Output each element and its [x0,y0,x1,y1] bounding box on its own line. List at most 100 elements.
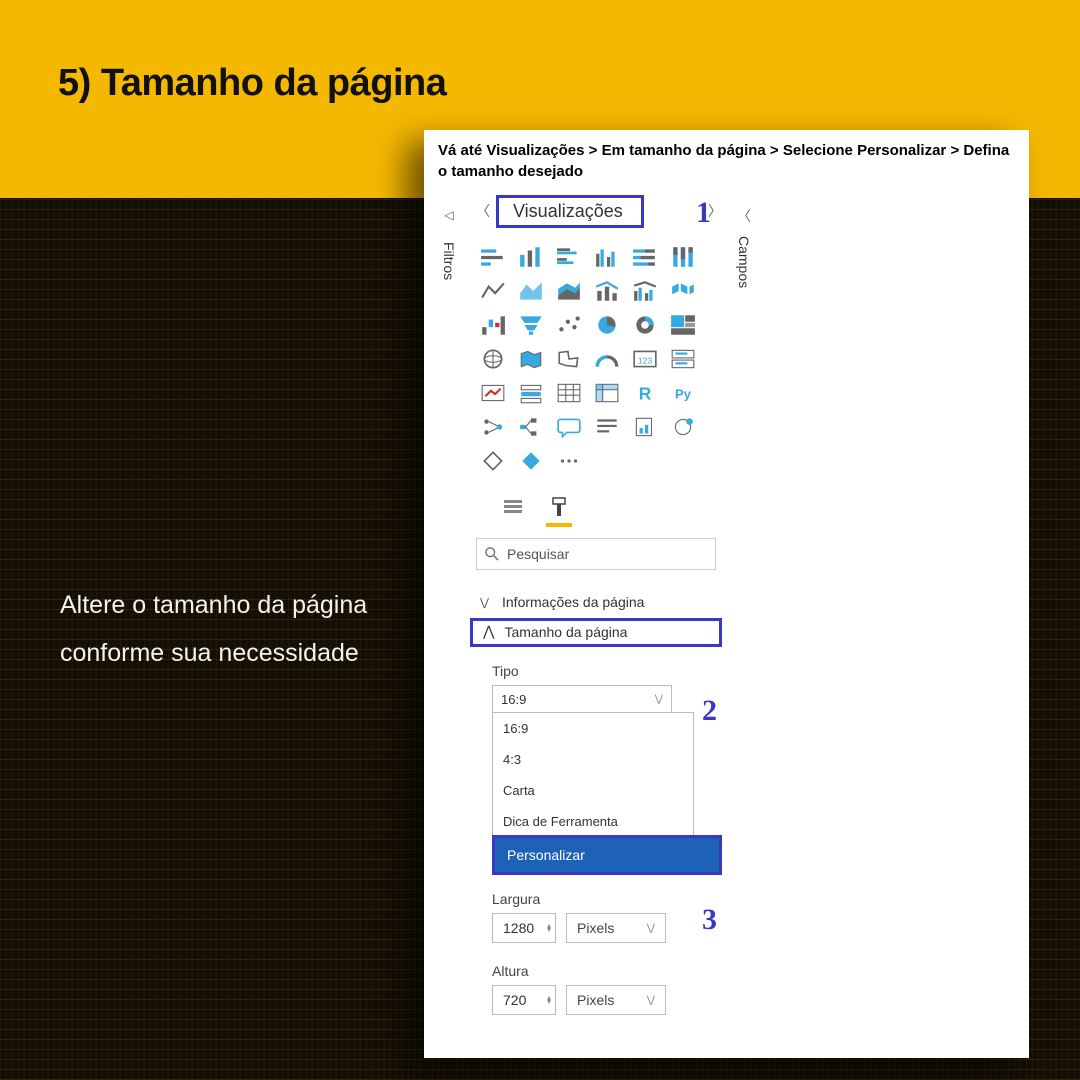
smart-narrative-icon[interactable] [590,412,624,442]
filters-label: Filtros [441,242,457,280]
card-icon[interactable]: 123 [628,344,662,374]
type-label: Tipo [492,663,722,679]
svg-text:R: R [639,384,652,404]
fields-tab-icon[interactable] [500,494,526,520]
waterfall-chart-icon[interactable] [476,310,510,340]
multi-row-card-icon[interactable] [666,344,700,374]
height-label: Altura [492,963,722,979]
map-icon[interactable] [476,344,510,374]
callout-2: 2 [702,694,717,728]
width-input[interactable]: 1280 ▴▾ [492,913,556,943]
100pct-stacked-bar-icon[interactable] [628,242,662,272]
type-option-custom-highlight: Personalizar [492,835,722,875]
pie-chart-icon[interactable] [590,310,624,340]
area-chart-icon[interactable] [514,276,548,306]
kpi-icon[interactable] [476,378,510,408]
height-unit-value: Pixels [577,992,614,1008]
width-label: Largura [492,891,722,907]
ribbon-chart-icon[interactable] [666,276,700,306]
clustered-bar-chart-icon[interactable] [552,242,586,272]
type-option-carta[interactable]: Carta [493,775,693,806]
width-unit-value: Pixels [577,920,614,936]
python-visual-icon[interactable]: Py [666,378,700,408]
format-tab-icon[interactable] [546,494,572,520]
visualizations-header: 〈 Visualizações 1 〉 [470,194,722,228]
qa-visual-icon[interactable] [552,412,586,442]
search-icon [485,547,499,561]
page-info-label: Informações da página [502,594,644,610]
type-selected-value: 16:9 [501,692,526,707]
funnel-chart-icon[interactable] [514,310,548,340]
line-stacked-column-icon[interactable] [590,276,624,306]
powerbi-area: ◁ Filtros 〈 Visualizações 1 〉 [438,194,1015,1015]
fields-label: Campos [736,236,752,288]
100pct-stacked-column-icon[interactable] [666,242,700,272]
format-accordion: ⋁ Informações da página ⋀ Tamanho da pág… [470,588,722,1015]
callout-1: 1 [696,196,711,230]
slicer-icon[interactable] [514,378,548,408]
spinner-icon[interactable]: ▴▾ [547,996,551,1005]
slide-description: Altere o tamanho da página conforme sua … [60,582,390,677]
key-influencers-icon[interactable] [476,412,510,442]
height-field-group: Altura 720 ▴▾ Pixels ⋁ [492,963,722,1015]
callout-3: 3 [702,903,717,937]
chevron-down-icon: ⋁ [647,995,655,1006]
filled-map-icon[interactable] [514,344,548,374]
matrix-icon[interactable] [590,378,624,408]
r-visual-icon[interactable]: R [628,378,662,408]
filters-sidetab[interactable]: ◁ Filtros [438,208,460,280]
donut-chart-icon[interactable] [628,310,662,340]
search-placeholder: Pesquisar [507,546,569,562]
svg-text:123: 123 [638,355,653,365]
instruction-text: Vá até Visualizações > Em tamanho da pág… [438,140,1015,182]
clustered-column-chart-icon[interactable] [590,242,624,272]
type-select[interactable]: 16:9 ⋁ [492,685,672,713]
chevron-left-icon: 〈 [737,206,751,226]
chevron-left-icon[interactable]: 〈 [476,201,490,221]
fields-sidetab[interactable]: 〈 Campos [736,206,752,288]
decomposition-tree-icon[interactable] [514,412,548,442]
stacked-area-chart-icon[interactable] [552,276,586,306]
chevron-down-icon: ⋁ [655,694,663,705]
slide-title: 5) Tamanho da página [58,62,446,106]
width-value: 1280 [503,920,534,936]
line-clustered-column-icon[interactable] [628,276,662,306]
expand-left-icon: ◁ [444,208,453,222]
table-icon[interactable] [552,378,586,408]
visualization-gallery: 123 R Py [476,242,722,476]
page-info-accordion[interactable]: ⋁ Informações da página [470,588,722,616]
panel-mode-tabs [500,494,722,520]
height-input[interactable]: 720 ▴▾ [492,985,556,1015]
powerapps-visual-icon[interactable] [476,446,510,476]
visualizations-title: Visualizações [496,195,644,228]
arcgis-map-icon[interactable] [666,412,700,442]
width-field-group: Largura 1280 ▴▾ Pixels ⋁ [492,891,722,943]
line-chart-icon[interactable] [476,276,510,306]
width-unit-select[interactable]: Pixels ⋁ [566,913,666,943]
height-unit-select[interactable]: Pixels ⋁ [566,985,666,1015]
stacked-column-chart-icon[interactable] [514,242,548,272]
more-options-icon[interactable] [552,446,586,476]
stacked-bar-chart-icon[interactable] [476,242,510,272]
get-more-visuals-icon[interactable] [514,446,548,476]
treemap-icon[interactable] [666,310,700,340]
type-option-16-9[interactable]: 16:9 [493,713,693,744]
paginated-report-icon[interactable] [628,412,662,442]
page-size-label: Tamanho da página [504,624,627,640]
type-option-custom[interactable]: Personalizar [495,838,719,872]
gauge-icon[interactable] [590,344,624,374]
chevron-down-icon: ⋁ [647,923,655,934]
shape-map-icon[interactable] [552,344,586,374]
height-value: 720 [503,992,526,1008]
screenshot-panel: Vá até Visualizações > Em tamanho da pág… [424,130,1029,1058]
svg-text:Py: Py [675,386,692,401]
search-input[interactable]: Pesquisar [476,538,716,570]
type-field-group: Tipo 16:9 ⋁ 16:9 4:3 Carta Dica de Ferra… [492,663,722,875]
page-size-accordion[interactable]: ⋀ Tamanho da página [470,618,722,647]
spinner-icon[interactable]: ▴▾ [547,924,551,933]
type-option-tooltip[interactable]: Dica de Ferramenta [493,806,693,837]
scatter-chart-icon[interactable] [552,310,586,340]
chevron-up-icon: ⋀ [483,623,494,640]
type-option-4-3[interactable]: 4:3 [493,744,693,775]
type-dropdown: 16:9 4:3 Carta Dica de Ferramenta [492,712,694,838]
